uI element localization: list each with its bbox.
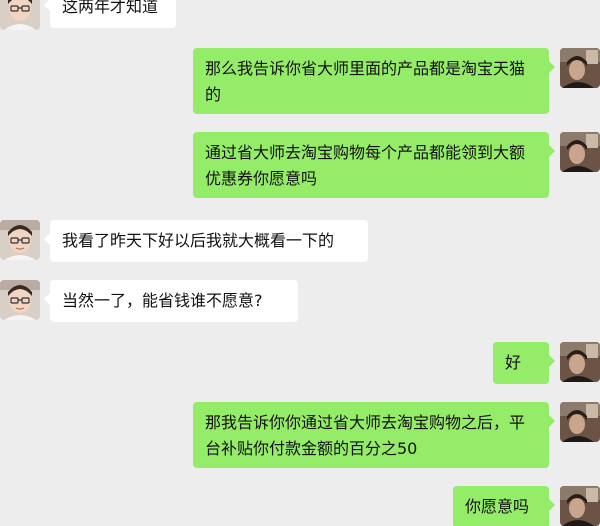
bubble-tail [549,415,555,427]
message-bubble-incoming[interactable]: 当然一了，能省钱谁不愿意? [44,280,298,322]
contact-avatar-icon[interactable] [0,0,40,30]
message-text: 你愿意吗 [465,497,530,516]
message-text: 当然一了，能省钱谁不愿意? [62,291,263,310]
message-bubble-outgoing[interactable]: 通过省大师去淘宝购物每个产品都能领到大额优惠券你愿意吗 [193,132,555,198]
contact-avatar-icon[interactable] [0,280,40,320]
message-text: 我看了昨天下好以后我就大概看一下的 [62,231,335,250]
chat-message-list[interactable]: 这两年才知道 那么我告诉你省大师里面的产品都是淘宝天猫的 通过省大师去淘宝购物每… [0,0,600,526]
message-text: 好 [505,353,522,372]
message-bubble-incoming[interactable]: 这两年才知道 [44,0,176,28]
user-avatar-icon[interactable] [560,48,600,88]
bubble-tail [44,0,50,11]
bubble-tail [44,293,50,305]
message-bubble-incoming[interactable]: 我看了昨天下好以后我就大概看一下的 [44,220,368,262]
bubble-tail [549,355,555,367]
message-text: 这两年才知道 [62,0,159,16]
user-avatar-icon[interactable] [560,132,600,172]
bubble-tail [549,499,555,511]
message-bubble-outgoing[interactable]: 那我告诉你你通过省大师去淘宝购物之后，平台补贴你付款金额的百分之50 [193,402,555,468]
user-avatar-icon[interactable] [560,402,600,442]
message-text: 通过省大师去淘宝购物每个产品都能领到大额优惠券你愿意吗 [205,143,526,188]
user-avatar-icon[interactable] [560,342,600,382]
message-bubble-outgoing[interactable]: 好 [493,342,555,384]
bubble-tail [549,61,555,73]
bubble-tail [44,233,50,245]
contact-avatar-icon[interactable] [0,220,40,260]
bubble-tail [549,145,555,157]
message-bubble-outgoing[interactable]: 你愿意吗 [453,486,555,526]
message-bubble-outgoing[interactable]: 那么我告诉你省大师里面的产品都是淘宝天猫的 [193,48,555,114]
message-text: 那么我告诉你省大师里面的产品都是淘宝天猫的 [205,59,526,104]
user-avatar-icon[interactable] [560,486,600,526]
message-text: 那我告诉你你通过省大师去淘宝购物之后，平台补贴你付款金额的百分之50 [205,413,526,458]
